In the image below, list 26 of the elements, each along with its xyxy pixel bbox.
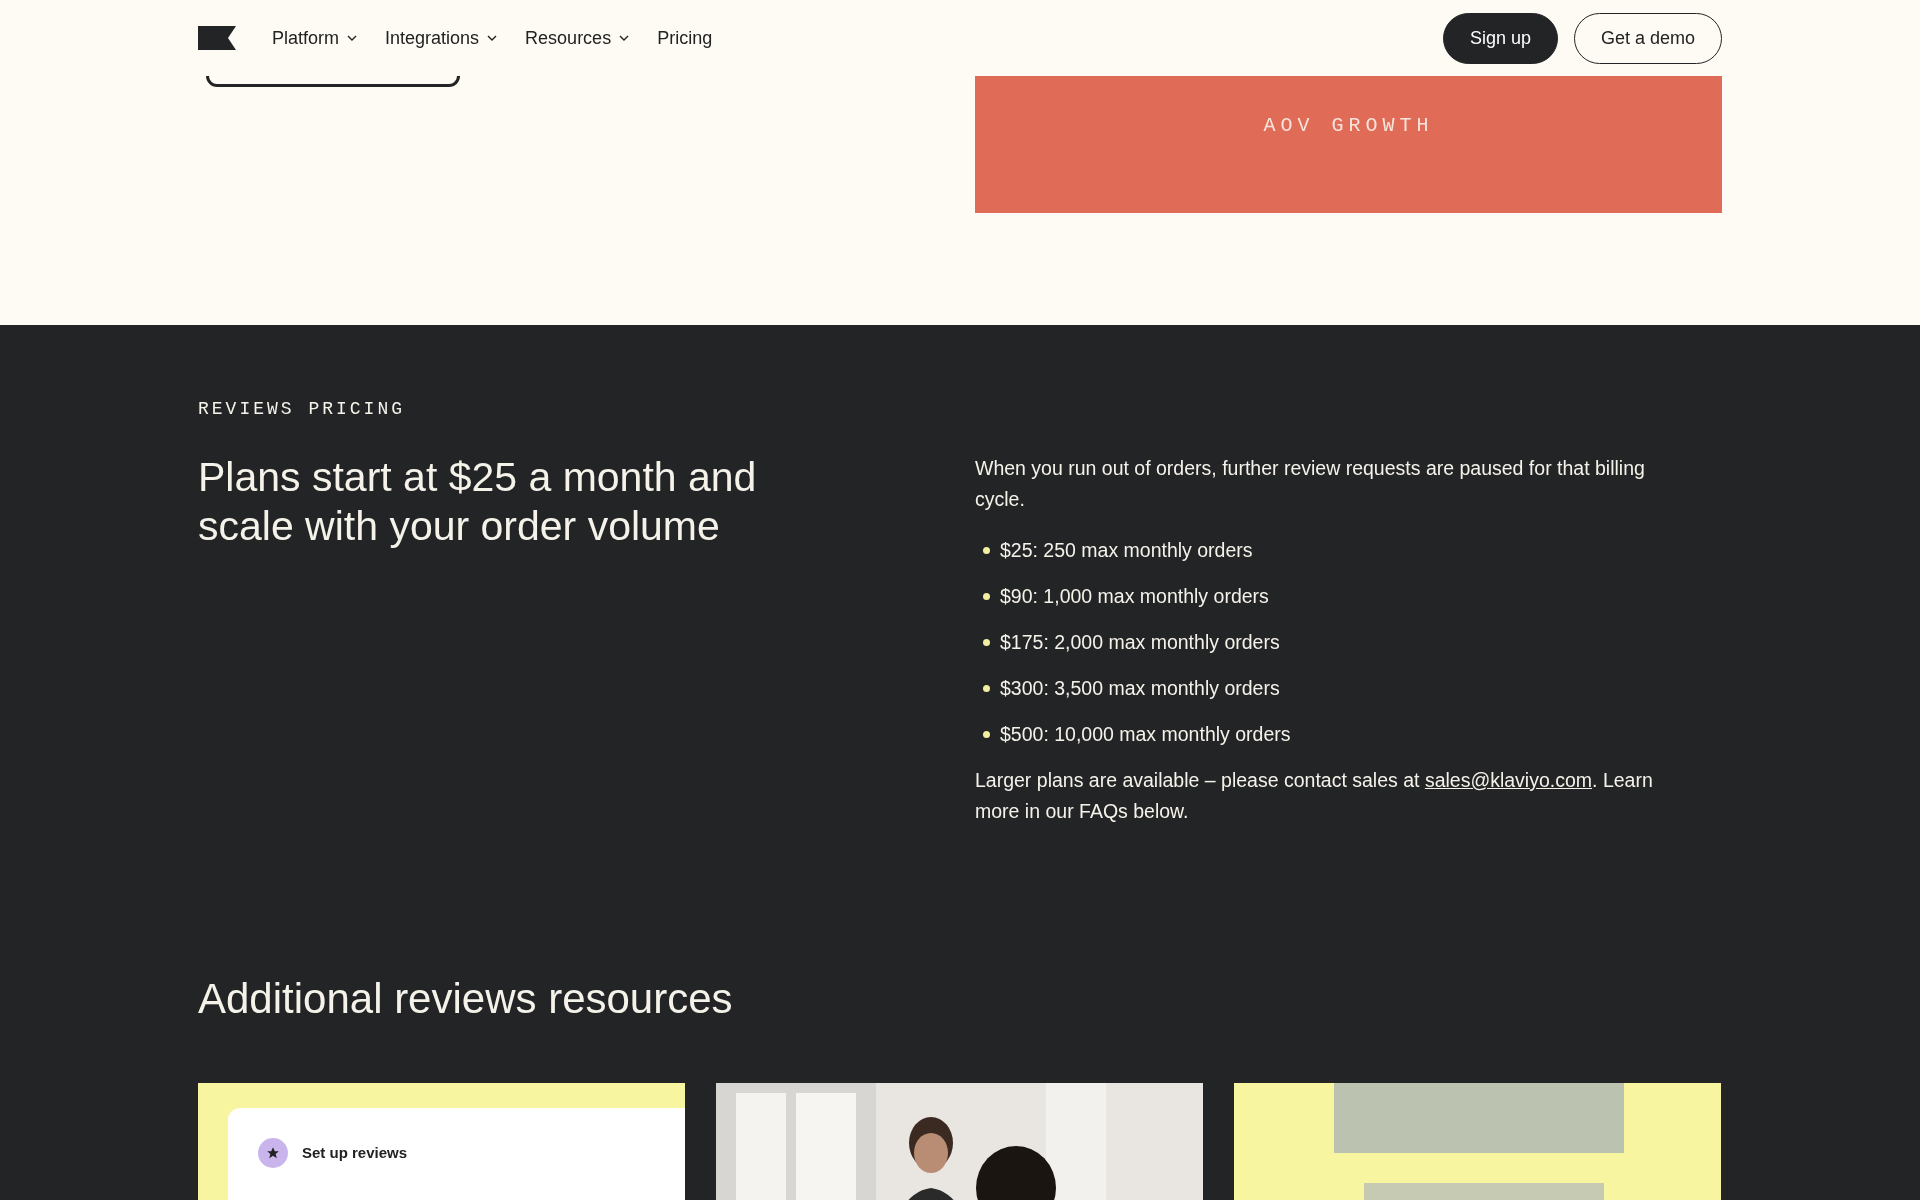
bullet-icon (983, 638, 990, 646)
tier-text: $500: 10,000 max monthly orders (1000, 722, 1291, 746)
sign-up-button[interactable]: Sign up (1442, 12, 1558, 64)
resources-heading: Additional reviews resources (198, 975, 734, 1023)
resource-card[interactable]: Set up reviews (198, 1083, 685, 1200)
section-heading: Plans start at $25 a month and scale with your order volume (198, 453, 758, 551)
bullet-icon (983, 730, 990, 738)
intro-text: When you run out of orders, further review requests are paused for that billing cycle. (975, 456, 1646, 512)
nav-link[interactable]: Platform (272, 27, 358, 49)
bullet-icon (983, 546, 990, 554)
tier-text: $25: 250 max monthly orders (1000, 538, 1253, 562)
contact-text: Larger plans are available – please contact sales at sales@klaviyo.com. Learn more in our FAQs below. (975, 768, 1654, 824)
cut-off-button[interactable] (206, 76, 460, 87)
bullet-icon (983, 684, 990, 692)
tier-text: $300: 3,500 max monthly orders (1000, 676, 1280, 700)
nav-link[interactable]: Pricing (657, 27, 713, 49)
nav-link[interactable]: Integrations (385, 27, 498, 49)
logo-icon[interactable] (198, 26, 236, 50)
eyebrow-label: REVIEWS PRICING (198, 399, 407, 419)
email-link[interactable]: sales@klaviyo.com (1424, 769, 1593, 791)
nav-link[interactable]: Resources (525, 27, 630, 49)
bullet-icon (983, 592, 990, 600)
stat-label: AOV GROWTH (1263, 114, 1434, 138)
tier-text: $90: 1,000 max monthly orders (1000, 584, 1269, 608)
card-label: Set up reviews (302, 1143, 408, 1163)
tier-text: $175: 2,000 max monthly orders (1000, 630, 1280, 654)
